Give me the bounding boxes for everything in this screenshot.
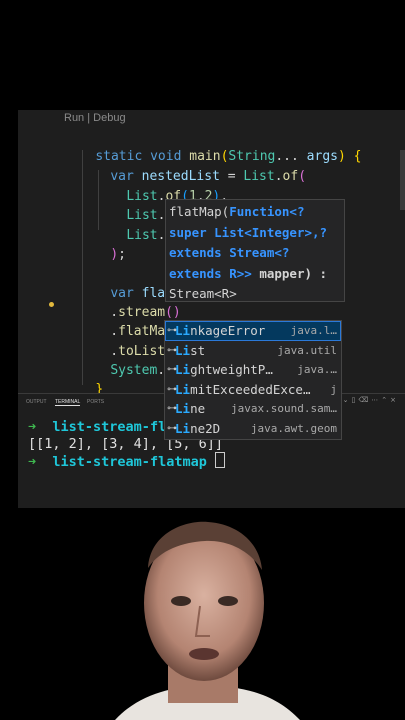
code-line-flatmap[interactable]: .flatMap(Li) — [79, 302, 206, 340]
suggestion-item[interactable]: ⊶ Line2D java.awt.geom — [165, 419, 341, 439]
close-icon: × — [390, 396, 399, 404]
terminal-line-command: ➜ list-stream-flat — [28, 419, 183, 435]
autocomplete-list[interactable]: ⊶ LinkageError java.l… ⊶ List java.util … — [164, 320, 342, 440]
suggestion-package: java.util — [277, 343, 337, 357]
suggestion-item[interactable]: ⊶ LinkageError java.l… — [165, 321, 341, 341]
code-line-close-paren[interactable]: ); — [79, 225, 126, 262]
hint-param-line3: extends Stream<? — [169, 245, 290, 260]
hint-method-name: flatMap( — [169, 204, 230, 219]
editor-scrollbar[interactable] — [400, 150, 405, 210]
suggestion-item[interactable]: ⊶ List java.util — [165, 341, 341, 361]
lightbulb-icon[interactable] — [49, 302, 54, 307]
code-line-main[interactable]: static void main(String... args) { — [64, 127, 361, 164]
terminal-cursor — [214, 452, 225, 468]
code-line-nested-list[interactable]: var nestedList = List.of( — [79, 147, 306, 184]
trash-icon: ⌫ — [358, 396, 372, 404]
codelens-run-debug[interactable]: Run | Debug — [64, 112, 126, 124]
parameter-hint-popup: flatMap(Function<? super List<Integer>,?… — [165, 199, 345, 302]
maximize-icon: ⌃ — [381, 396, 391, 404]
code-line-list-of-1[interactable]: List.of(1,2), — [95, 167, 228, 204]
tab-terminal[interactable]: TERMINAL — [55, 399, 81, 406]
suggestion-item[interactable]: ⊶ LightweightP… java.… — [165, 360, 341, 380]
suggestion-package: java.… — [297, 363, 337, 376]
hint-param-name: mapper) : — [251, 265, 328, 281]
tab-output[interactable]: OUTPUT — [26, 399, 47, 405]
suggestion-package: j — [330, 382, 337, 396]
more-icon: ⋯ — [371, 396, 382, 404]
presenter-video — [0, 508, 405, 720]
hint-param-line2: super List<Integer>,? — [169, 224, 328, 240]
code-line-close-main[interactable]: } — [64, 360, 103, 397]
hint-return-type: Stream<R> — [169, 286, 237, 301]
suggestion-package: java.l… — [290, 324, 337, 337]
panel-actions[interactable]: +⌄▯⌫⋯⌃× — [334, 396, 399, 404]
suggestion-package: java.awt.geom — [250, 421, 337, 435]
suggestion-item[interactable]: ⊶ Line javax.sound.sam… — [165, 399, 341, 419]
hint-param-line4: extends R>> — [169, 265, 252, 281]
hint-param-type: Function<? — [229, 204, 305, 219]
presenter-silhouette — [115, 521, 300, 720]
tab-ports[interactable]: PORTS — [87, 399, 104, 405]
terminal-prompt[interactable]: ➜ list-stream-flatmap — [28, 452, 225, 470]
suggestion-item[interactable]: ⊶ LimitExceededExce… j — [165, 380, 341, 400]
suggestion-package: javax.sound.sam… — [231, 402, 337, 415]
